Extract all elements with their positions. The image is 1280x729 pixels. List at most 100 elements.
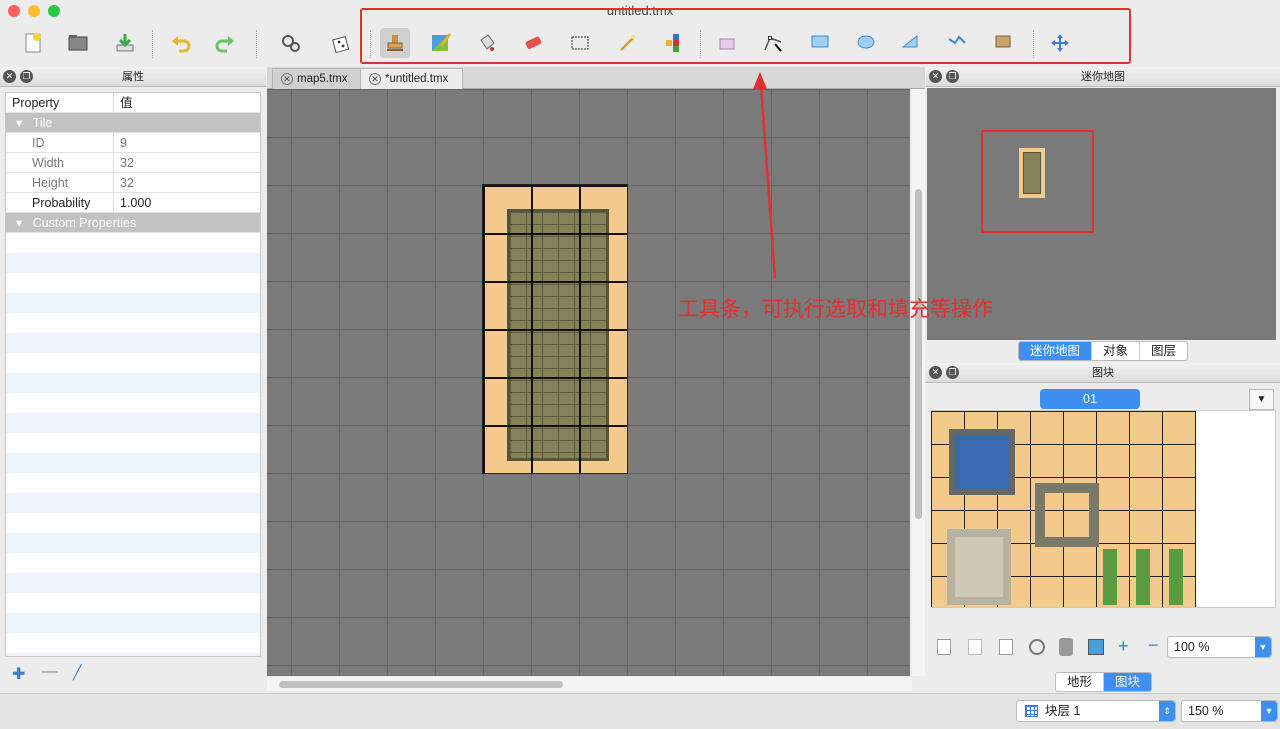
dice-button[interactable]	[326, 28, 356, 58]
tab-minimap[interactable]: 迷你地图	[1019, 342, 1093, 360]
insert-tile-icon	[719, 38, 735, 50]
tile-water-pool	[949, 429, 1015, 495]
property-row-id[interactable]: ID 9	[6, 133, 260, 153]
app-window: untitled.tmx ✕ ❐ 属性 Property 值 ▾ Tile ID…	[0, 0, 1280, 729]
tileset-properties-icon[interactable]	[1029, 639, 1045, 655]
close-tab-icon[interactable]: ✕	[281, 73, 293, 85]
delete-tileset-icon[interactable]	[1059, 638, 1073, 656]
horizontal-scrollbar[interactable]	[267, 677, 912, 691]
move-arrows-icon	[1051, 34, 1069, 52]
remove-property-icon[interactable]: —	[42, 663, 58, 681]
tab-tiles[interactable]: 图块	[1104, 673, 1152, 691]
chevron-down-icon: ▼	[1255, 637, 1271, 657]
property-row-height[interactable]: Height 32	[6, 173, 260, 193]
export-tileset-icon[interactable]	[999, 639, 1013, 655]
tileset-tab-01[interactable]: 01	[1040, 389, 1140, 409]
tab-objects[interactable]: 对象	[1092, 342, 1141, 360]
insert-tile-tool[interactable]	[712, 28, 742, 58]
vertical-scrollbar[interactable]	[912, 89, 925, 676]
folder-icon	[68, 35, 88, 51]
tileset-menu-button[interactable]: ▼	[1249, 389, 1274, 410]
horizontal-scroll-thumb[interactable]	[279, 681, 563, 688]
minimap-viewport-highlight	[981, 130, 1094, 233]
magic-wand-icon	[620, 35, 635, 51]
new-document-icon	[25, 33, 41, 53]
tile-plants	[1103, 549, 1193, 605]
layer-select[interactable]: 块层 1 ⇕	[1016, 700, 1176, 722]
float-panel-icon[interactable]: ❐	[20, 70, 33, 83]
eraser-tool[interactable]	[518, 28, 548, 58]
properties-panel-title: 属性	[122, 71, 144, 83]
redo-button[interactable]	[210, 28, 240, 58]
tab-terrain[interactable]: 地形	[1056, 673, 1105, 691]
close-tab-icon[interactable]: ✕	[369, 73, 381, 85]
tab-layers[interactable]: 图层	[1140, 342, 1187, 360]
tile-layer-icon	[1025, 705, 1038, 717]
tileset-panel-header: ✕ ❐ 图块	[926, 363, 1280, 383]
magic-wand-tool[interactable]	[612, 28, 642, 58]
close-window-button[interactable]	[8, 5, 20, 17]
tile-grid-overlay	[483, 185, 627, 473]
float-panel-icon[interactable]: ❐	[946, 70, 959, 83]
minimap-panel-title: 迷你地图	[1081, 71, 1125, 83]
bucket-fill-tool[interactable]	[472, 28, 502, 58]
insert-polyline-tool[interactable]	[942, 28, 972, 58]
minimap-panel-header: ✕ ❐ 迷你地图	[926, 67, 1280, 87]
zoom-out-icon[interactable]: −	[1148, 635, 1159, 656]
minimize-window-button[interactable]	[28, 5, 40, 17]
map-zoom-select[interactable]: 150 % ▼	[1181, 700, 1278, 722]
undo-button[interactable]	[166, 28, 196, 58]
new-tileset-icon[interactable]	[937, 639, 951, 655]
close-panel-icon[interactable]: ✕	[929, 366, 942, 379]
terrain-brush-tool[interactable]	[426, 28, 456, 58]
add-property-icon[interactable]: ✚	[12, 664, 25, 684]
move-tool[interactable]	[1045, 28, 1075, 58]
properties-actions: ✚ — ╱	[5, 662, 261, 686]
tileset-zoom-select[interactable]: 100 % ▼	[1167, 636, 1272, 658]
rectangle-select-tool[interactable]	[565, 28, 595, 58]
insert-tile-object-tool[interactable]	[988, 28, 1018, 58]
property-row-width[interactable]: Width 32	[6, 153, 260, 173]
tab-map5[interactable]: ✕ map5.tmx	[272, 68, 363, 89]
minimap-tab-bar: 迷你地图 对象 图层	[1018, 341, 1189, 361]
property-row-probability[interactable]: Probability 1.000	[6, 193, 260, 213]
insert-ellipse-tool[interactable]	[851, 28, 881, 58]
group-tile[interactable]: ▾ Tile	[6, 113, 260, 133]
column-header-property: Property	[6, 93, 114, 112]
eraser-icon	[525, 36, 542, 49]
tileset-grid[interactable]	[931, 411, 1196, 607]
select-same-tile-tool[interactable]	[658, 28, 688, 58]
terrain-brush-icon	[432, 33, 452, 51]
undo-icon	[172, 36, 191, 53]
insert-polygon-tool[interactable]	[896, 28, 926, 58]
close-panel-icon[interactable]: ✕	[929, 70, 942, 83]
rename-property-icon[interactable]: ╱	[73, 664, 81, 681]
float-panel-icon[interactable]: ❐	[946, 366, 959, 379]
close-panel-icon[interactable]: ✕	[3, 70, 16, 83]
group-custom-properties[interactable]: ▾ Custom Properties	[6, 213, 260, 233]
chevron-down-icon: ▼	[1256, 394, 1267, 405]
insert-polyline-icon	[948, 35, 966, 45]
stamp-brush-tool[interactable]	[380, 28, 410, 58]
open-button[interactable]	[63, 28, 93, 58]
dice-icon	[332, 36, 350, 54]
new-map-button[interactable]	[18, 28, 48, 58]
tile-stone-frame	[1035, 483, 1099, 547]
zoom-in-icon[interactable]: +	[1118, 636, 1129, 657]
edit-polygons-tool[interactable]	[758, 28, 788, 58]
edit-terrain-icon[interactable]	[1088, 639, 1104, 655]
properties-header-row: Property 值	[6, 93, 260, 113]
insert-rectangle-tool[interactable]	[805, 28, 835, 58]
vertical-scroll-thumb[interactable]	[915, 189, 922, 519]
random-mode-button[interactable]	[276, 28, 306, 58]
group-custom-label: ▾ Custom Properties	[16, 216, 137, 230]
insert-polygon-icon	[901, 34, 918, 48]
map-canvas[interactable]	[267, 89, 910, 676]
insert-tile-object-icon	[995, 35, 1011, 48]
embed-tileset-icon[interactable]	[968, 639, 982, 655]
zoom-window-button[interactable]	[48, 5, 60, 17]
save-button[interactable]	[110, 28, 140, 58]
redo-icon	[215, 36, 234, 53]
tab-untitled[interactable]: ✕ *untitled.tmx	[360, 68, 464, 89]
main-toolbar	[0, 22, 1280, 66]
